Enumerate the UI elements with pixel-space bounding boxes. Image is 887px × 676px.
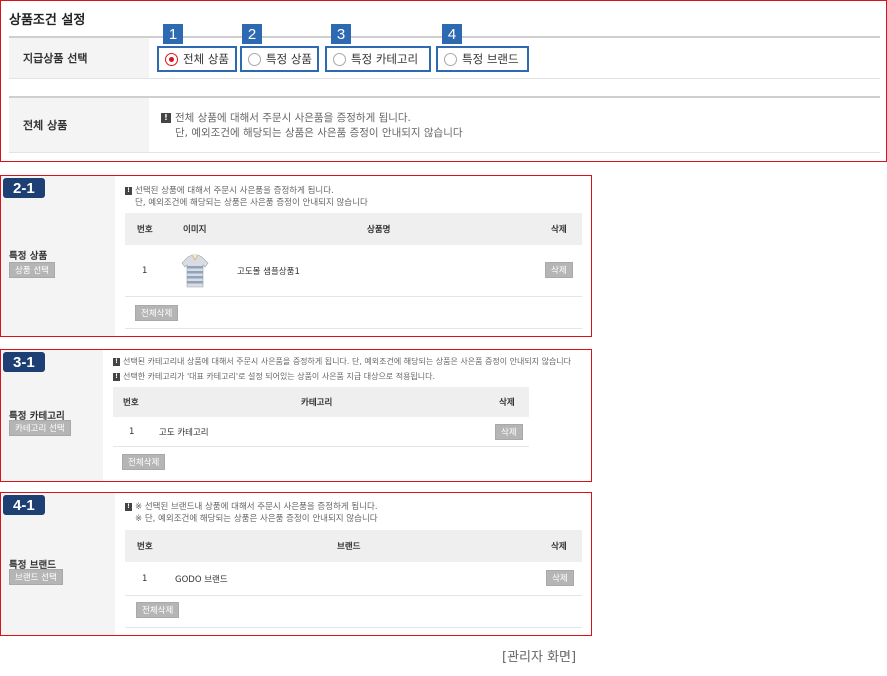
table-header: 번호 이미지 상품명 삭제	[125, 213, 582, 245]
header-product-name: 상품명	[367, 225, 391, 235]
delete-row-button[interactable]: 삭제	[545, 262, 573, 278]
notice-text: ! ※ 선택된 브랜드내 상품에 대해서 주문시 사은품을 증정하게 됩니다. ※…	[125, 501, 378, 525]
warning-icon: !	[125, 187, 132, 195]
row-num: 1	[142, 573, 148, 584]
row-product-name[interactable]: 고도몰 샘플상품1	[237, 265, 300, 277]
delete-row-button[interactable]: 삭제	[495, 424, 523, 440]
divider	[9, 78, 880, 79]
option-number-badge: 3	[331, 24, 351, 44]
divider	[125, 328, 582, 329]
header-brand: 브랜드	[337, 542, 361, 552]
warning-icon: !	[125, 503, 132, 511]
notice-text: ! 선택된 상품에 대해서 주문시 사은품을 증정하게 됩니다. 단, 예외조건에…	[125, 185, 368, 209]
radio-option-label: 특정 상품	[266, 52, 312, 66]
radio-unchecked-icon[interactable]	[444, 52, 457, 66]
product-thumbnail[interactable]	[180, 254, 210, 288]
divider	[9, 152, 880, 153]
delete-row-button[interactable]: 삭제	[546, 570, 574, 586]
table-header: 번호 카테고리 삭제	[113, 387, 529, 417]
delete-all-button[interactable]: 전체삭제	[122, 454, 166, 470]
row-brand-name[interactable]: GODO 브랜드	[175, 573, 228, 585]
radio-checked-icon[interactable]	[165, 52, 178, 66]
screen-caption: [관리자 화면]	[502, 650, 577, 665]
warning-icon: !	[161, 113, 171, 123]
table-row: 1 고도몰 샘플상품1	[125, 245, 582, 297]
warning-icon: !	[113, 373, 120, 381]
section-badge: 3-1	[3, 352, 45, 372]
notice-text: ! 전체 상품에 대해서 주문시 사은품을 증정하게 됩니다. 단, 예외조건에 …	[161, 111, 463, 141]
product-condition-panel: 상품조건 설정 지급상품 선택 1 전체 상품 2 특정 상품 3 특정 카테고…	[0, 0, 887, 162]
select-brand-button[interactable]: 브랜드 선택	[9, 569, 63, 585]
delete-all-button[interactable]: 전체삭제	[136, 602, 180, 618]
section-badge: 4-1	[3, 495, 45, 515]
radio-option-all-products[interactable]: 전체 상품	[157, 46, 237, 72]
option-number-badge: 1	[163, 24, 183, 44]
notice-text: ! 선택된 카테고리내 상품에 대해서 주문시 사은품을 증정하게 됩니다. 단,…	[113, 356, 571, 383]
divider	[125, 627, 582, 628]
specific-category-panel: 3-1 특정 카테고리 카테고리 선택 ! 선택된 카테고리내 상품에 대해서 주…	[0, 349, 592, 482]
header-delete: 삭제	[551, 542, 567, 552]
radio-unchecked-icon[interactable]	[248, 52, 261, 66]
header-delete: 삭제	[551, 225, 567, 235]
header-delete: 삭제	[499, 398, 515, 408]
option-number-badge: 4	[442, 24, 462, 44]
row-num: 1	[129, 426, 135, 437]
row-category-name[interactable]: 고도 카테고리	[159, 426, 209, 438]
table-row: 1 GODO 브랜드	[125, 562, 582, 596]
radio-option-label: 전체 상품	[183, 52, 229, 66]
row-label-all-products: 전체 상품	[9, 98, 149, 152]
table-row: 1 고도 카테고리	[113, 417, 529, 447]
radio-unchecked-icon[interactable]	[333, 52, 346, 66]
radio-option-label: 특정 카테고리	[351, 52, 419, 66]
row-label: 특정 상품	[9, 251, 48, 262]
specific-product-panel: 2-1 특정 상품 상품 선택 ! 선택된 상품에 대해서 주문시 사은품을 증정…	[0, 175, 592, 337]
select-category-button[interactable]: 카테고리 선택	[9, 420, 71, 436]
delete-all-button[interactable]: 전체삭제	[135, 305, 179, 321]
header-num: 번호	[137, 225, 153, 235]
option-number-badge: 2	[242, 24, 262, 44]
radio-option-label: 특정 브랜드	[462, 52, 519, 66]
radio-option-specific-brand[interactable]: 특정 브랜드	[436, 46, 529, 72]
table-header: 번호 브랜드 삭제	[125, 530, 582, 562]
radio-option-specific-category[interactable]: 특정 카테고리	[325, 46, 431, 72]
section-title: 상품조건 설정	[9, 13, 86, 28]
row-num: 1	[142, 265, 148, 276]
header-image: 이미지	[183, 225, 207, 235]
warning-icon: !	[113, 358, 120, 366]
header-num: 번호	[137, 542, 153, 552]
specific-brand-panel: 4-1 특정 브랜드 브랜드 선택 ! ※ 선택된 브랜드내 상품에 대해서 주문…	[0, 492, 592, 636]
row-label-gift-product: 지급상품 선택	[9, 38, 149, 78]
radio-option-specific-products[interactable]: 특정 상품	[240, 46, 319, 72]
header-num: 번호	[123, 398, 139, 408]
header-category: 카테고리	[301, 398, 333, 408]
section-badge: 2-1	[3, 178, 45, 198]
select-product-button[interactable]: 상품 선택	[9, 262, 55, 278]
